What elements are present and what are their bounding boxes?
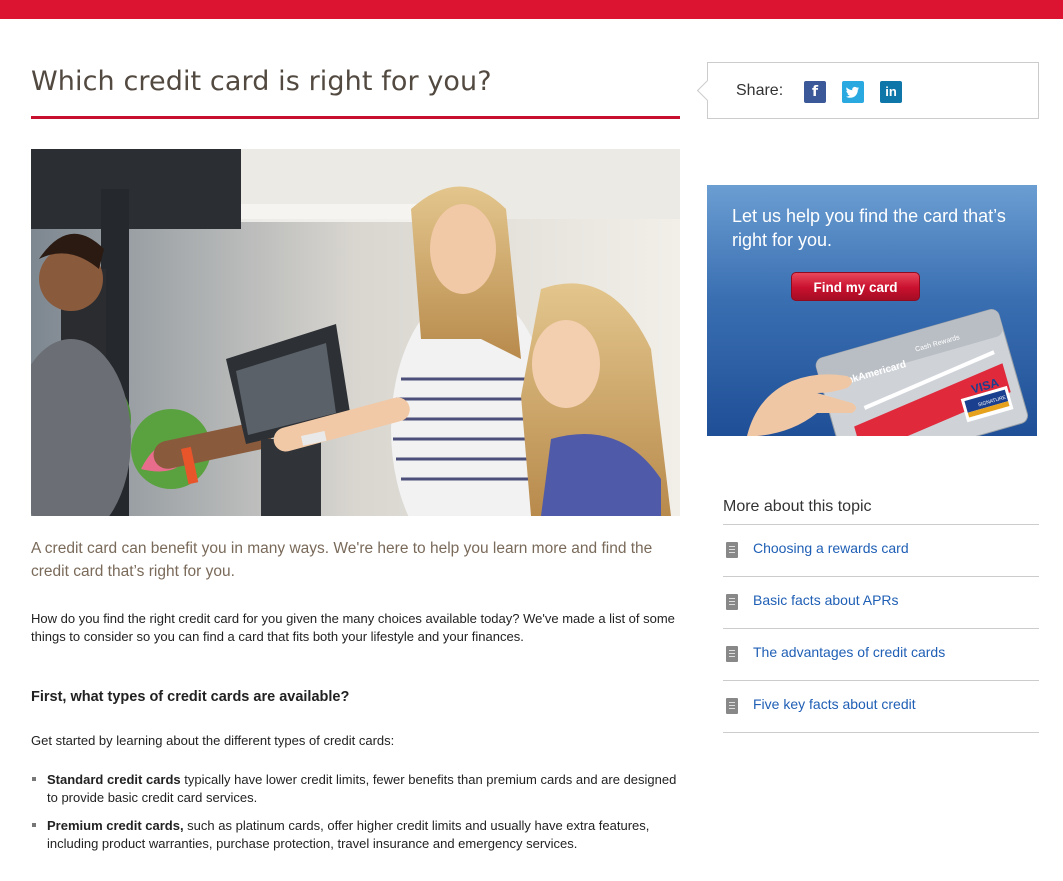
bullet-icon <box>32 777 36 781</box>
link-choosing-rewards-card[interactable]: Choosing a rewards card <box>753 540 909 556</box>
visa-signature-label: SIGNATURE <box>977 395 1007 409</box>
twitter-bird-glyph <box>846 86 859 98</box>
promo-text: Let us help you find the card that’s rig… <box>732 206 1006 250</box>
section-intro-text: Get started by learning about the differ… <box>31 733 395 748</box>
card-types-list: Standard credit cards typically have low… <box>31 771 681 863</box>
more-topic-list: Choosing a rewards card Basic facts abou… <box>723 524 1039 733</box>
share-box-pointer <box>696 79 719 102</box>
page-title: Which credit card is right for you? <box>31 66 492 97</box>
link-basic-facts-aprs[interactable]: Basic facts about APRs <box>753 592 899 608</box>
link-advantages-credit-cards[interactable]: The advantages of credit cards <box>753 644 945 660</box>
list-item: Five key facts about credit <box>723 680 1039 733</box>
twitter-icon[interactable] <box>842 81 864 103</box>
document-icon <box>726 698 738 714</box>
list-item: The advantages of credit cards <box>723 628 1039 680</box>
top-brand-bar <box>0 0 1063 19</box>
find-card-promo: Let us help you find the card that’s rig… <box>707 185 1037 436</box>
list-item: Standard credit cards typically have low… <box>31 771 681 807</box>
body-paragraph: How do you find the right credit card fo… <box>31 611 675 644</box>
document-icon <box>726 542 738 558</box>
bullet-icon <box>32 823 36 827</box>
title-underline <box>31 116 680 119</box>
intro-text: A credit card can benefit you in many wa… <box>31 540 653 580</box>
document-icon <box>726 594 738 610</box>
section-heading: First, what types of credit cards are av… <box>31 689 350 705</box>
more-topic-title: More about this topic <box>723 498 872 515</box>
card-brand-text: BankAmericard <box>833 359 907 390</box>
list-item: Choosing a rewards card <box>723 524 1039 576</box>
list-item: Premium credit cards, such as platinum c… <box>31 817 681 853</box>
visa-logo: VISA <box>970 375 1001 396</box>
find-my-card-button[interactable]: Find my card <box>791 272 920 301</box>
document-icon <box>726 646 738 662</box>
checkout-photo-illustration <box>31 149 680 516</box>
list-item-term: Standard credit cards <box>47 772 181 787</box>
card-product-text: Cash Rewards <box>915 334 962 354</box>
facebook-icon[interactable]: f <box>804 81 826 103</box>
link-five-key-facts-credit[interactable]: Five key facts about credit <box>753 696 916 712</box>
share-box: Share: f in <box>696 62 1039 119</box>
list-item-term: Premium credit cards, <box>47 818 184 833</box>
share-label: Share: <box>736 82 784 99</box>
linkedin-icon[interactable]: in <box>880 81 902 103</box>
hero-image <box>31 149 680 516</box>
list-item: Basic facts about APRs <box>723 576 1039 628</box>
